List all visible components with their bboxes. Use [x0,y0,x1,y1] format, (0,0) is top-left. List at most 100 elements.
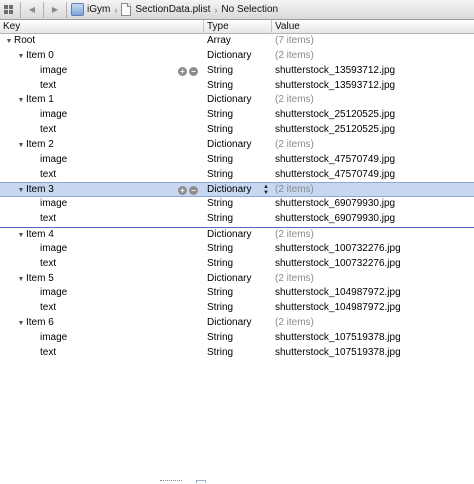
row-type-cell[interactable]: String [207,79,271,94]
disclosure-triangle-icon[interactable]: ▼ [16,184,26,196]
disclosure-triangle-icon[interactable]: ▼ [16,94,26,108]
row-type-cell[interactable]: Array [207,34,271,49]
row-type-cell[interactable]: String [207,212,271,227]
row-value-cell[interactable]: (2 items) [275,138,474,153]
plist-leaf-row[interactable]: image String shutterstock_104987972.jpg [0,286,474,301]
type-popup-stepper-icon[interactable]: ▲ ▼ [262,184,270,196]
plist-leaf-row[interactable]: image String shutterstock_47570749.jpg [0,153,474,168]
plist-leaf-row[interactable]: text String shutterstock_100732276.jpg [0,257,474,272]
row-value-cell[interactable]: shutterstock_100732276.jpg [275,242,474,257]
plist-leaf-row[interactable]: text String shutterstock_107519378.jpg [0,346,474,361]
row-key-cell[interactable]: ▼ Item 2 [0,138,203,153]
row-value-cell[interactable]: (2 items) [275,228,474,242]
row-type-cell[interactable]: Dictionary [207,93,271,108]
row-key-cell[interactable]: text [0,346,203,361]
row-key-cell[interactable]: ▼ Item 6 [0,316,203,331]
plist-leaf-row[interactable]: text String shutterstock_104987972.jpg [0,301,474,316]
breadcrumb-file[interactable]: SectionData.plist [121,3,210,16]
row-key-cell[interactable]: text [0,79,203,94]
row-key-cell[interactable]: image [0,331,203,346]
plist-item-row[interactable]: ▼ Item 4 Dictionary (2 items) [0,226,474,242]
row-type-cell[interactable]: String [207,168,271,183]
plist-item-row[interactable]: ▼ Item 6 Dictionary (2 items) [0,316,474,331]
row-type-cell[interactable]: String [207,257,271,272]
row-key-cell[interactable]: text [0,257,203,272]
breadcrumb-project[interactable]: iGym [71,3,110,16]
plist-leaf-row[interactable]: image String shutterstock_100732276.jpg [0,242,474,257]
row-key-cell[interactable]: image [0,197,203,212]
disclosure-triangle-icon[interactable]: ▼ [16,273,26,287]
plist-leaf-row[interactable]: text String shutterstock_25120525.jpg [0,123,474,138]
row-value-cell[interactable]: (7 items) [275,34,474,49]
plist-item-row[interactable]: ▼ Item 3 + − Dictionary ▲ ▼ (2 items) [0,182,474,198]
row-value-cell[interactable]: shutterstock_13593712.jpg [275,64,474,79]
row-key-cell[interactable]: text [0,168,203,183]
plist-item-row[interactable]: ▼ Item 0 Dictionary (2 items) [0,49,474,64]
row-type-cell[interactable]: String [207,197,271,212]
row-type-cell[interactable]: Dictionary [207,228,271,242]
row-value-cell[interactable]: shutterstock_47570749.jpg [275,168,474,183]
row-value-cell[interactable]: shutterstock_104987972.jpg [275,286,474,301]
plist-leaf-row[interactable]: image String shutterstock_25120525.jpg [0,108,474,123]
plist-item-row[interactable]: ▼ Item 5 Dictionary (2 items) [0,272,474,287]
row-value-cell[interactable]: (2 items) [275,183,474,196]
row-type-cell[interactable]: String [207,301,271,316]
row-key-cell[interactable]: image [0,242,203,257]
row-type-cell[interactable]: Dictionary [207,49,271,64]
row-type-cell[interactable]: String [207,64,271,79]
row-type-cell[interactable]: String [207,242,271,257]
row-key-cell[interactable]: ▼ Root [0,34,203,49]
column-header-type[interactable]: Type [203,20,271,34]
row-key-cell[interactable]: text [0,212,203,227]
row-type-cell[interactable]: String [207,108,271,123]
row-value-cell[interactable]: shutterstock_13593712.jpg [275,79,474,94]
row-value-cell[interactable]: (2 items) [275,272,474,287]
disclosure-triangle-icon[interactable]: ▼ [16,317,26,331]
row-value-cell[interactable]: shutterstock_25120525.jpg [275,108,474,123]
row-type-cell[interactable]: String [207,153,271,168]
related-items-grid-icon[interactable] [2,3,16,17]
row-key-cell[interactable]: image [0,286,203,301]
add-item-icon[interactable]: + [178,66,187,76]
row-type-cell[interactable]: String [207,331,271,346]
plist-leaf-row[interactable]: text String shutterstock_69079930.jpg [0,212,474,227]
disclosure-triangle-icon[interactable]: ▼ [16,229,26,242]
plist-item-row[interactable]: ▼ Item 2 Dictionary (2 items) [0,138,474,153]
row-type-cell[interactable]: Dictionary [207,138,271,153]
row-type-cell[interactable]: String [207,286,271,301]
row-value-cell[interactable]: shutterstock_69079930.jpg [275,212,474,227]
back-arrow-icon[interactable]: ◀ [25,5,39,14]
row-key-cell[interactable]: ▼ Item 5 [0,272,203,287]
column-header-key[interactable]: Key [0,20,203,34]
row-value-cell[interactable]: shutterstock_100732276.jpg [275,257,474,272]
row-value-cell[interactable]: shutterstock_107519378.jpg [275,331,474,346]
disclosure-triangle-icon[interactable]: ▼ [16,50,26,64]
plist-root-row[interactable]: ▼ Root Array (7 items) [0,34,474,49]
row-key-cell[interactable]: image [0,64,203,79]
row-key-cell[interactable]: image [0,153,203,168]
plist-leaf-row[interactable]: text String shutterstock_13593712.jpg [0,79,474,94]
plist-item-row[interactable]: ▼ Item 1 Dictionary (2 items) [0,93,474,108]
plist-leaf-row[interactable]: image + − String shutterstock_13593712.jpg [0,64,474,79]
remove-item-icon[interactable]: − [189,66,198,76]
forward-arrow-icon[interactable]: ▶ [48,5,62,14]
disclosure-triangle-icon[interactable]: ▼ [4,35,14,49]
disclosure-triangle-icon[interactable]: ▼ [16,139,26,153]
row-value-cell[interactable]: shutterstock_69079930.jpg [275,197,474,212]
row-value-cell[interactable]: shutterstock_25120525.jpg [275,123,474,138]
plist-leaf-row[interactable]: image String shutterstock_69079930.jpg [0,197,474,212]
plist-leaf-row[interactable]: text String shutterstock_47570749.jpg [0,168,474,183]
row-value-cell[interactable]: shutterstock_104987972.jpg [275,301,474,316]
row-type-cell[interactable]: Dictionary [207,272,271,287]
row-key-cell[interactable]: ▼ Item 3 [0,183,203,196]
row-key-cell[interactable]: ▼ Item 4 [0,228,203,242]
plist-leaf-row[interactable]: image String shutterstock_107519378.jpg [0,331,474,346]
row-key-cell[interactable]: text [0,301,203,316]
row-type-cell[interactable]: String [207,346,271,361]
row-value-cell[interactable]: (2 items) [275,93,474,108]
breadcrumb-selection[interactable]: No Selection [221,4,278,15]
row-key-cell[interactable]: text [0,123,203,138]
row-type-cell[interactable]: String [207,123,271,138]
row-key-cell[interactable]: image [0,108,203,123]
row-key-cell[interactable]: ▼ Item 0 [0,49,203,64]
